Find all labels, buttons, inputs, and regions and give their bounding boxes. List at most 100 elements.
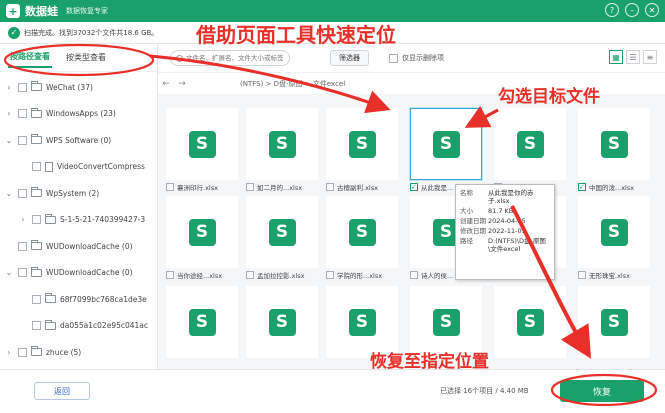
- file-checkbox[interactable]: [410, 271, 418, 279]
- tree-item[interactable]: ⌄ WpSystem (2): [0, 180, 157, 207]
- list-view-button[interactable]: ☰: [626, 50, 640, 64]
- back-arrow-icon[interactable]: ←: [158, 79, 174, 89]
- close-button[interactable]: ✕: [645, 3, 659, 17]
- file-card[interactable]: S 襄洲印行.xlsx: [166, 108, 238, 192]
- file-thumbnail[interactable]: S: [494, 286, 566, 358]
- chevron-down-icon[interactable]: ⌄: [4, 189, 14, 198]
- file-thumbnail[interactable]: S: [166, 196, 238, 268]
- file-checkbox[interactable]: [246, 271, 254, 279]
- view-switcher: ▦ ☰ ≡: [609, 50, 657, 64]
- file-label: 当你途经...xlsx: [166, 270, 246, 280]
- tree-item-checkbox[interactable]: [18, 109, 27, 119]
- file-checkbox[interactable]: [166, 183, 174, 191]
- file-card[interactable]: S朗朗的...: [494, 108, 566, 192]
- file-info-tooltip: 名称 从此我是你的赤子.xlsx 大小 81.7 KB 创建日期 2024-04-15 修改…: [455, 184, 555, 280]
- file-thumbnail[interactable]: S: [326, 196, 398, 268]
- tree-item[interactable]: WUDownloadCache (0): [0, 233, 157, 260]
- search-box[interactable]: [170, 50, 290, 66]
- tree-item[interactable]: 68f7099bc768ca1de3e: [0, 286, 157, 313]
- help-button[interactable]: ?: [605, 3, 619, 17]
- file-thumbnail[interactable]: S: [166, 286, 238, 358]
- grid-view-button[interactable]: ▦: [609, 50, 623, 64]
- detail-view-button[interactable]: ≡: [643, 50, 657, 64]
- file-thumbnail[interactable]: S: [578, 286, 650, 358]
- folder-tree: › WeChat (37) › WindowsApps (23) ⌄ WPS Softwa…: [0, 72, 157, 366]
- deleted-only-toggle[interactable]: 仅显示删除项: [385, 53, 444, 63]
- tree-item-checkbox[interactable]: [18, 347, 27, 357]
- file-name: 襄洲印行.xlsx: [177, 184, 218, 192]
- file-thumbnail[interactable]: S: [578, 108, 650, 180]
- folder-icon: [45, 319, 56, 330]
- chevron-right-icon[interactable]: ›: [18, 215, 28, 224]
- chevron-right-icon[interactable]: ›: [4, 348, 14, 357]
- tree-item-checkbox[interactable]: [32, 321, 41, 331]
- tree-item[interactable]: ⌄ WUDownloadCache (0): [0, 260, 157, 287]
- tree-item[interactable]: › WeChat (37): [0, 74, 157, 101]
- file-checkbox[interactable]: [166, 271, 174, 279]
- file-card[interactable]: S ✓ 中国的泼...xlsx: [578, 108, 650, 192]
- tree-item[interactable]: › zhuce (5): [0, 339, 157, 366]
- file-thumbnail[interactable]: S: [410, 108, 482, 180]
- tree-item-checkbox[interactable]: [32, 294, 41, 304]
- tree-item-checkbox[interactable]: [32, 215, 41, 225]
- chevron-down-icon[interactable]: ⌄: [4, 268, 14, 277]
- chevron-right-icon[interactable]: ›: [4, 109, 14, 118]
- file-checkbox[interactable]: [326, 271, 334, 279]
- tree-item[interactable]: da055a1c02e95c041ac: [0, 313, 157, 340]
- file-thumbnail[interactable]: S: [246, 196, 318, 268]
- tree-item[interactable]: › WindowsApps (23): [0, 101, 157, 128]
- tree-item-label: VideoConvertCompress: [57, 162, 145, 172]
- file-checkbox[interactable]: ✓: [578, 183, 586, 191]
- file-card[interactable]: S ✓ 从此我是...: [410, 108, 482, 192]
- tooltip-row: 修改日期 2022-11-01: [460, 227, 550, 235]
- tab-by-type[interactable]: 按类型查看: [64, 48, 108, 67]
- tree-item-checkbox[interactable]: [18, 135, 27, 145]
- tree-item-label: da055a1c02e95c041ac: [60, 321, 149, 331]
- file-checkbox[interactable]: [578, 271, 586, 279]
- file-thumbnail[interactable]: S: [246, 286, 318, 358]
- file-card[interactable]: S: [494, 286, 566, 368]
- filter-button[interactable]: 筛选器: [330, 50, 369, 66]
- view-tabs: 按路径查看 按类型查看: [0, 44, 157, 72]
- minimize-button[interactable]: –: [625, 3, 639, 17]
- tab-by-path[interactable]: 按路径查看: [8, 47, 52, 68]
- file-card[interactable]: S 当你途经...xlsx: [166, 196, 238, 280]
- file-thumbnail[interactable]: S: [494, 108, 566, 180]
- tree-item-checkbox[interactable]: [18, 268, 27, 278]
- file-card[interactable]: S 如二月的...xlsx: [246, 108, 318, 192]
- chevron-down-icon[interactable]: ⌄: [4, 136, 14, 145]
- file-card[interactable]: S 孟加拉控影.xlsx: [246, 196, 318, 280]
- file-thumbnail[interactable]: S: [578, 196, 650, 268]
- file-card[interactable]: S 学院的形...xlsx: [326, 196, 398, 280]
- file-label: 无形珠宝.xlsx: [578, 270, 658, 280]
- recover-button[interactable]: 恢复: [560, 380, 644, 402]
- tree-item-checkbox[interactable]: [18, 82, 27, 92]
- file-card[interactable]: S: [578, 286, 650, 368]
- deleted-only-checkbox[interactable]: [389, 53, 398, 63]
- tree-item-checkbox[interactable]: [32, 162, 41, 172]
- file-thumbnail[interactable]: S: [166, 108, 238, 180]
- chevron-right-icon[interactable]: ›: [4, 83, 14, 92]
- file-card[interactable]: S: [166, 286, 238, 368]
- tree-item[interactable]: VideoConvertCompress: [0, 154, 157, 181]
- back-button[interactable]: 返回: [34, 382, 90, 400]
- folder-icon: [31, 187, 42, 198]
- forward-arrow-icon[interactable]: →: [174, 79, 190, 89]
- file-thumbnail[interactable]: S: [326, 108, 398, 180]
- file-checkbox[interactable]: [246, 183, 254, 191]
- folder-icon: [45, 293, 56, 304]
- file-card[interactable]: S 古檀副利.xlsx: [326, 108, 398, 192]
- search-input[interactable]: [186, 54, 286, 62]
- tree-item[interactable]: ⌄ WPS Software (0): [0, 127, 157, 154]
- tree-item[interactable]: › S-1-5-21-740399427-3: [0, 207, 157, 234]
- file-card[interactable]: S 无形珠宝.xlsx: [578, 196, 650, 280]
- spreadsheet-icon: S: [432, 130, 460, 158]
- tree-item-checkbox[interactable]: [18, 188, 27, 198]
- file-checkbox[interactable]: [326, 183, 334, 191]
- tree-item-checkbox[interactable]: [18, 241, 27, 251]
- file-checkbox[interactable]: ✓: [410, 183, 418, 191]
- file-thumbnail[interactable]: S: [246, 108, 318, 180]
- file-card[interactable]: S: [246, 286, 318, 368]
- left-panel: 按路径查看 按类型查看 › WeChat (37) › WindowsApps (23…: [0, 44, 158, 369]
- annotation-bottom: 恢复至指定位置: [370, 352, 489, 372]
